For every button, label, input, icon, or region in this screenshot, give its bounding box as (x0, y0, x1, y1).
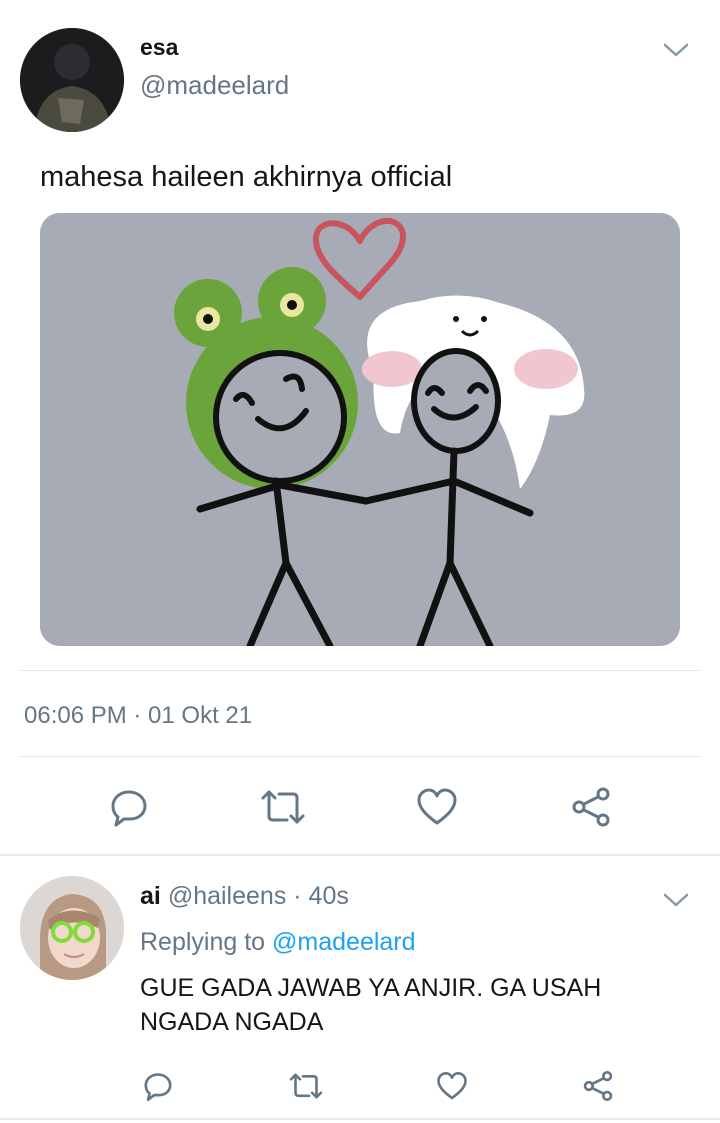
reply-time[interactable]: · 40s (293, 882, 349, 910)
chevron-down-icon[interactable] (663, 888, 689, 912)
divider (20, 756, 700, 757)
avatar-image (20, 876, 124, 980)
like-icon[interactable] (434, 1068, 470, 1104)
user-handle[interactable]: @haileens (168, 882, 287, 910)
stick-figures-illustration (40, 213, 680, 646)
user-handle[interactable]: @madeelard (140, 70, 289, 101)
retweet-icon[interactable] (288, 1068, 324, 1104)
chevron-down-icon[interactable] (663, 38, 689, 62)
share-icon[interactable] (580, 1068, 616, 1104)
share-icon[interactable] (566, 782, 616, 832)
tweet-text: mahesa haileen akhirnya official (40, 161, 453, 193)
tweet-timestamp[interactable]: 06:06 PM · 01 Okt 21 (24, 702, 252, 730)
avatar[interactable] (20, 876, 124, 980)
divider (20, 670, 700, 671)
like-icon[interactable] (412, 782, 462, 832)
replying-prefix: Replying to (140, 928, 266, 956)
section-separator (0, 854, 720, 856)
reply-text-line-2: NGADA NGADA (140, 1008, 324, 1036)
replying-to: Replying to @madeelard (140, 928, 416, 957)
tweet-media[interactable] (40, 213, 680, 646)
retweet-icon[interactable] (258, 782, 308, 832)
reply-header: ai @haileens · 40s (140, 882, 349, 911)
display-name[interactable]: ai (140, 882, 161, 910)
avatar[interactable] (20, 28, 124, 132)
reply-icon[interactable] (140, 1068, 176, 1104)
reply-icon[interactable] (104, 782, 154, 832)
replying-handle-link[interactable]: @madeelard (272, 928, 416, 956)
avatar-image (20, 28, 124, 132)
display-name[interactable]: esa (140, 34, 178, 61)
bottom-separator (0, 1118, 720, 1120)
reply-text-line-1: GUE GADA JAWAB YA ANJIR. GA USAH (140, 974, 602, 1002)
